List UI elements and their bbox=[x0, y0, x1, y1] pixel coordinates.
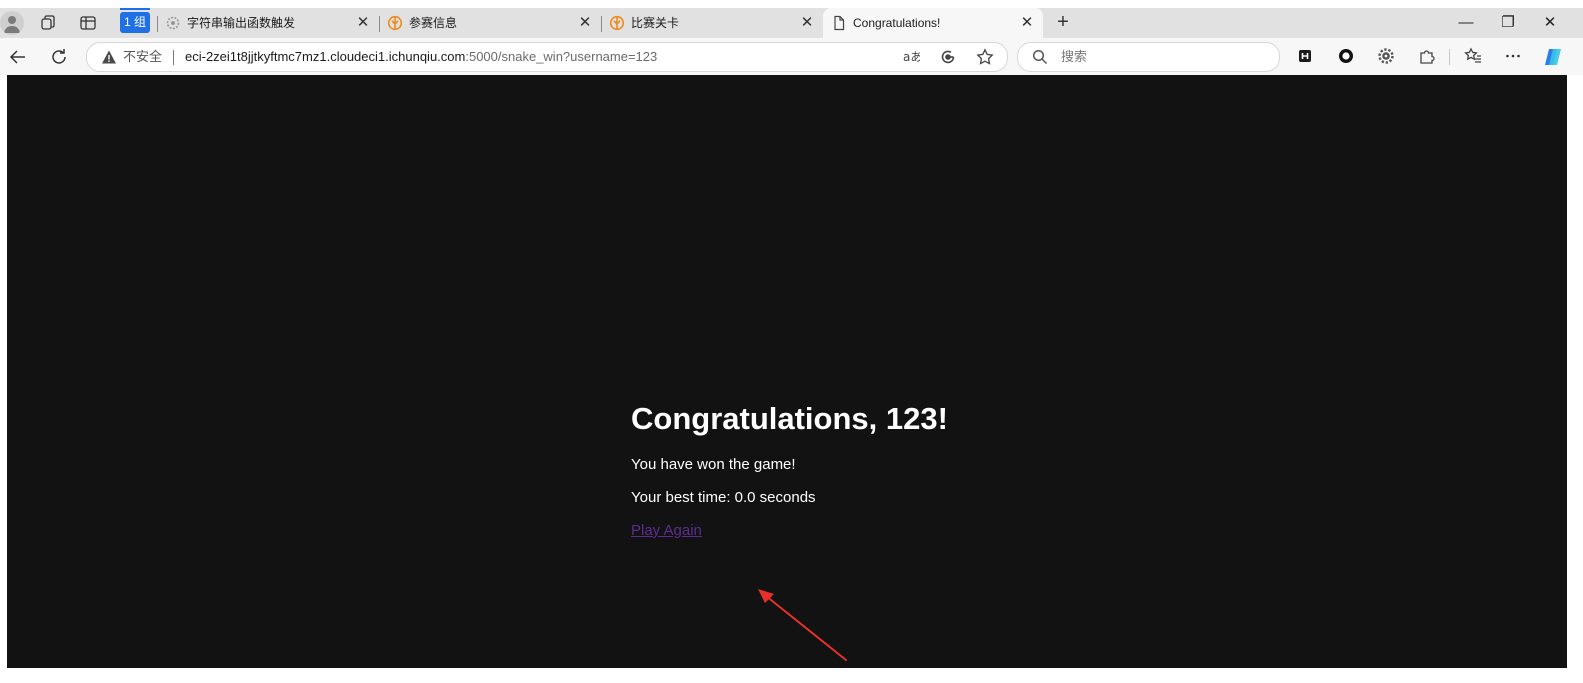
url-host: eci-2zei1t8jjtkyftmc7mz1.cloudeci1.ichun… bbox=[185, 49, 466, 64]
new-tab-button[interactable]: + bbox=[1052, 12, 1074, 34]
address-separator bbox=[173, 50, 174, 65]
tab-title: Congratulations! bbox=[853, 16, 941, 30]
window-edge bbox=[0, 0, 7, 683]
tab-string-output[interactable]: 字符串输出函数触发 ✕ bbox=[157, 8, 379, 38]
svg-text:aあ: aあ bbox=[903, 50, 920, 64]
workspaces-icon[interactable] bbox=[40, 14, 58, 32]
warning-icon[interactable] bbox=[101, 49, 117, 65]
tab-close-icon[interactable]: ✕ bbox=[799, 15, 815, 31]
h-extension-icon[interactable] bbox=[1296, 47, 1314, 65]
search-placeholder: 搜索 bbox=[1061, 49, 1088, 64]
tab-title: 比赛关卡 bbox=[631, 16, 680, 30]
tab-contest-levels[interactable]: 比赛关卡 ✕ bbox=[601, 8, 823, 38]
restore-button[interactable]: ❐ bbox=[1488, 8, 1528, 38]
tab-close-icon[interactable]: ✕ bbox=[1019, 15, 1035, 31]
tab-congratulations[interactable]: Congratulations! ✕ bbox=[823, 8, 1043, 38]
ichunqiu-favicon-icon bbox=[609, 15, 625, 31]
copilot-icon[interactable] bbox=[1542, 46, 1564, 68]
profile-avatar-icon[interactable] bbox=[0, 11, 24, 35]
search-box[interactable]: 搜索 bbox=[1017, 42, 1280, 72]
page-title: Congratulations, 123! bbox=[631, 401, 948, 436]
page-viewport: Congratulations, 123! You have won the g… bbox=[7, 75, 1567, 668]
translate-icon[interactable] bbox=[939, 48, 957, 66]
win-message-panel: Congratulations, 123! You have won the g… bbox=[631, 400, 1131, 539]
tab-title: 参赛信息 bbox=[409, 16, 458, 30]
best-time-text: Your best time: 0.0 seconds bbox=[631, 489, 816, 506]
close-window-button[interactable]: ✕ bbox=[1530, 8, 1570, 38]
gear-favicon-icon bbox=[165, 15, 181, 31]
favorites-list-icon[interactable] bbox=[1464, 47, 1482, 65]
read-aloud-icon[interactable]: aあ bbox=[902, 48, 920, 66]
refresh-icon[interactable] bbox=[49, 47, 69, 67]
address-bar[interactable]: 不安全 eci-2zei1t8jjtkyftmc7mz1.cloudeci1.i… bbox=[86, 42, 1008, 72]
record-extension-icon[interactable] bbox=[1337, 47, 1355, 65]
toolbar-separator bbox=[1449, 49, 1450, 65]
tab-title: 字符串输出函数触发 bbox=[187, 16, 296, 30]
vertical-tabs-icon[interactable] bbox=[79, 14, 97, 32]
browser-toolbar: 不安全 eci-2zei1t8jjtkyftmc7mz1.cloudeci1.i… bbox=[0, 38, 1583, 75]
url-path: :5000/snake_win?username=123 bbox=[465, 49, 658, 64]
win-message: You have won the game! bbox=[631, 456, 796, 473]
more-menu-icon[interactable] bbox=[1504, 47, 1522, 65]
extensions-puzzle-icon[interactable] bbox=[1418, 47, 1436, 65]
tab-group-chip[interactable]: 1 组 bbox=[120, 12, 150, 33]
page-favicon-icon bbox=[831, 15, 847, 31]
tab-contest-info[interactable]: 参赛信息 ✕ bbox=[379, 8, 601, 38]
tab-bar: 1 组 字符串输出函数触发 ✕ 参赛信息 ✕ 比赛关卡 ✕ Congratula… bbox=[0, 8, 1583, 38]
settings-gear-icon[interactable] bbox=[1377, 47, 1395, 65]
security-status-label[interactable]: 不安全 bbox=[123, 43, 162, 71]
tab-close-icon[interactable]: ✕ bbox=[355, 15, 371, 31]
url-text[interactable]: eci-2zei1t8jjtkyftmc7mz1.cloudeci1.ichun… bbox=[185, 43, 657, 71]
favorite-star-icon[interactable] bbox=[976, 48, 994, 66]
play-again-link[interactable]: Play Again bbox=[631, 522, 702, 540]
annotation-arrow-icon bbox=[752, 580, 862, 670]
tab-close-icon[interactable]: ✕ bbox=[577, 15, 593, 31]
ichunqiu-favicon-icon bbox=[387, 15, 403, 31]
minimize-button[interactable]: — bbox=[1446, 8, 1486, 38]
back-arrow-icon[interactable] bbox=[8, 47, 28, 67]
tab-group-indicator bbox=[120, 8, 150, 10]
search-icon bbox=[1032, 49, 1048, 65]
